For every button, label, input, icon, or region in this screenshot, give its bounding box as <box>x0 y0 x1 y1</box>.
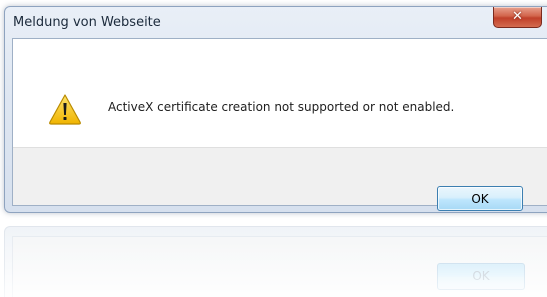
message-text: ActiveX certificate creation not support… <box>108 100 455 114</box>
dialog-body: ActiveX certificate creation not support… <box>12 38 547 211</box>
dialog-title: Meldung von Webseite <box>13 15 161 30</box>
alert-dialog: Meldung von Webseite ✕ ActiveX certifica… <box>4 6 547 213</box>
title-bar[interactable]: Meldung von Webseite <box>5 7 547 37</box>
close-button[interactable]: ✕ <box>493 7 542 28</box>
close-icon: ✕ <box>512 9 523 24</box>
button-bar: OK <box>13 147 547 211</box>
screen: Meldung von Webseite ✕ ActiveX certifica… <box>0 0 547 297</box>
reflection-fade <box>4 226 547 297</box>
message-area: ActiveX certificate creation not support… <box>13 39 547 147</box>
warning-icon <box>49 94 81 125</box>
ok-button[interactable]: OK <box>437 186 523 211</box>
window-reflection: OK <box>4 226 547 297</box>
